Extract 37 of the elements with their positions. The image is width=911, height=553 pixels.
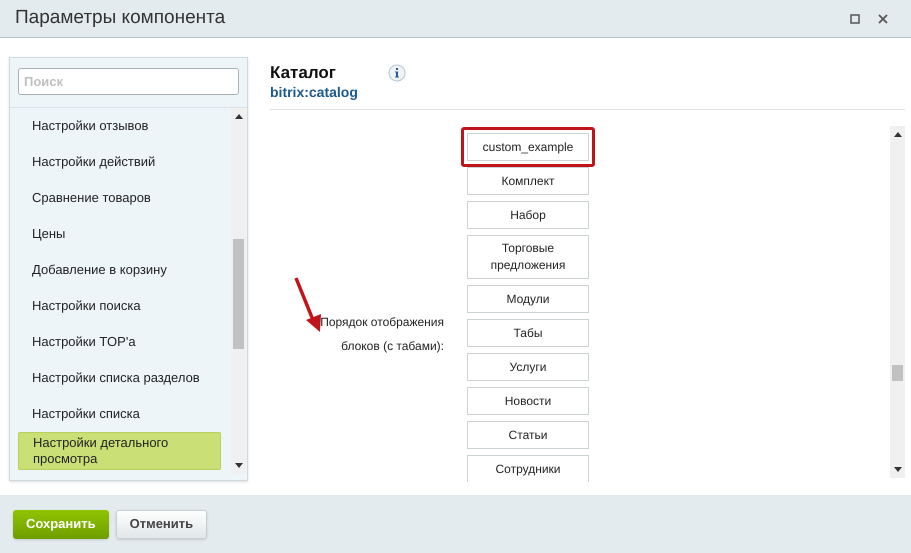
cancel-button[interactable]: Отменить [116, 510, 208, 538]
sidebar-item[interactable]: Добавление в корзину [18, 252, 221, 288]
order-block[interactable]: Статьи [467, 421, 589, 449]
sidebar-item[interactable]: Настройки детального просмотра [18, 432, 221, 470]
sidebar-item[interactable]: Настройки списка разделов [18, 360, 221, 396]
scroll-up-icon[interactable] [894, 132, 902, 137]
order-block[interactable]: Новости [467, 387, 589, 415]
scroll-down-icon[interactable] [234, 463, 242, 468]
sidebar-item[interactable]: Цены [18, 216, 221, 252]
scrollbar-thumb[interactable] [233, 239, 244, 349]
sidebar-item[interactable]: Настройки списка [18, 396, 221, 432]
order-block[interactable]: Комплект [467, 167, 589, 195]
order-block[interactable]: Набор [467, 201, 589, 229]
sidebar-item[interactable]: Настройки отзывов [18, 108, 221, 144]
order-block[interactable]: Сотрудники [467, 455, 589, 482]
order-block[interactable]: custom_example [467, 133, 589, 161]
order-block[interactable]: Услуги [467, 353, 589, 381]
info-icon[interactable] [388, 64, 406, 82]
maximize-icon[interactable] [850, 14, 860, 24]
close-icon[interactable] [878, 14, 888, 24]
sidebar-item[interactable]: Настройки поиска [18, 288, 221, 324]
sidebar-item[interactable]: Сравнение товаров [18, 180, 221, 216]
order-block[interactable]: Торговые предложения [467, 235, 589, 279]
scrollbar[interactable] [231, 108, 246, 474]
sidebar-item[interactable]: Настройки TOP'а [18, 324, 221, 360]
scrollbar-thumb[interactable] [892, 365, 903, 381]
component-code: bitrix:catalog [270, 83, 358, 101]
order-block[interactable]: Табы [467, 319, 589, 347]
scrollbar[interactable] [890, 126, 905, 478]
component-title: Каталог [270, 63, 337, 83]
order-block[interactable]: Модули [467, 285, 589, 313]
scroll-up-icon[interactable] [234, 114, 242, 119]
setting-label: Порядок отображения блоков (с табами): [319, 314, 444, 355]
scroll-down-icon[interactable] [894, 467, 902, 472]
search-field[interactable]: Поиск [18, 68, 239, 95]
sidebar-item[interactable]: Настройки действий [18, 144, 221, 180]
window-title: Параметры компонента [15, 6, 226, 30]
